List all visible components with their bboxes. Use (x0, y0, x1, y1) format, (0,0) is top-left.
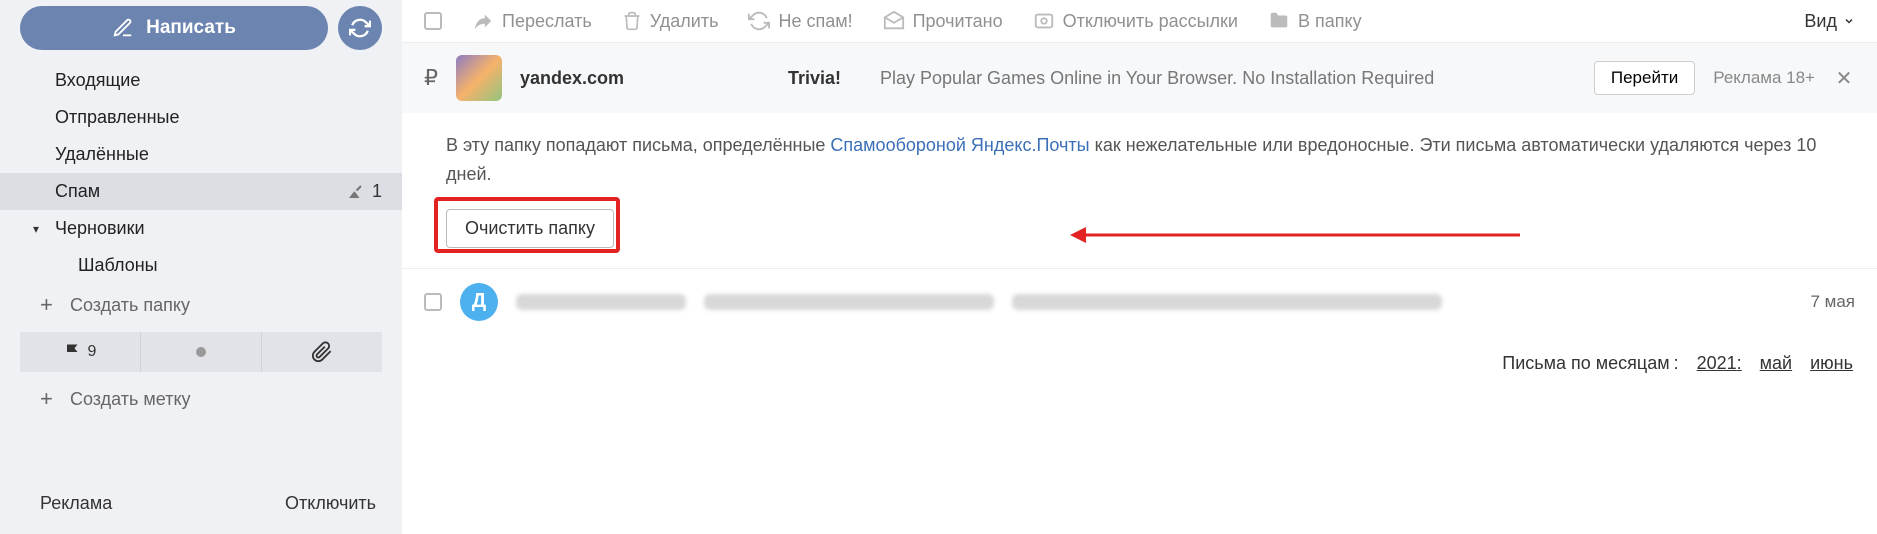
compose-button[interactable]: Написать (20, 6, 328, 50)
months-label: Письма по месяцам (1502, 353, 1678, 374)
message-row[interactable]: Д 7 мая (402, 268, 1877, 335)
message-subject-blurred (704, 294, 994, 310)
compose-icon (112, 17, 134, 39)
spam-defense-link[interactable]: Спамообороной Яндекс.Почты (830, 135, 1089, 155)
info-text-before: В эту папку попадают письма, определённы… (446, 135, 830, 155)
sidebar-ad-footer: Реклама Отключить (0, 479, 402, 534)
clear-folder-button[interactable]: Очистить папку (446, 209, 614, 248)
months-june[interactable]: июнь (1810, 353, 1853, 374)
main-pane: Переслать Удалить Не спам! Прочитано Отк… (402, 0, 1877, 534)
refresh-button[interactable] (338, 6, 382, 50)
broom-icon (346, 183, 364, 201)
flag-icon (64, 343, 82, 361)
ad-thumbnail (456, 55, 502, 101)
folder-spam-count: 1 (346, 181, 382, 202)
folder-icon (1268, 10, 1290, 32)
filter-attachments[interactable] (262, 332, 382, 372)
select-all-checkbox[interactable] (424, 12, 442, 30)
folder-trash[interactable]: Удалённые (0, 136, 402, 173)
ruble-icon: ₽ (424, 65, 438, 91)
months-nav: Письма по месяцам 2021: май июнь (402, 335, 1877, 392)
ad-sender: yandex.com (520, 68, 770, 89)
ad-label: Реклама (40, 493, 112, 514)
create-folder[interactable]: + Создать папку (0, 284, 402, 326)
refresh-icon (349, 17, 371, 39)
folder-spam[interactable]: Спам 1 (0, 173, 402, 210)
chevron-down-icon (1843, 15, 1855, 27)
months-year[interactable]: 2021: (1697, 353, 1742, 374)
folder-inbox[interactable]: Входящие (0, 62, 402, 99)
notspam-icon (748, 10, 770, 32)
dot-icon (195, 346, 207, 358)
avatar: Д (460, 283, 498, 321)
folder-sent[interactable]: Отправленные (0, 99, 402, 136)
filter-flagged[interactable]: 9 (20, 332, 141, 372)
action-move[interactable]: В папку (1268, 10, 1362, 32)
trash-icon (622, 11, 642, 31)
ad-disable[interactable]: Отключить (285, 493, 376, 514)
ad-tag: Реклама 18+ (1713, 68, 1815, 88)
plus-icon: + (40, 386, 56, 412)
unsubscribe-icon (1033, 10, 1055, 32)
folder-list: Входящие Отправленные Удалённые Спам 1 Ч… (0, 58, 402, 284)
label-filters: 9 (20, 332, 382, 372)
read-icon (883, 10, 905, 32)
compose-label: Написать (146, 17, 236, 39)
action-delete[interactable]: Удалить (622, 10, 719, 32)
message-checkbox[interactable] (424, 293, 442, 311)
view-toggle[interactable]: Вид (1804, 11, 1855, 32)
action-forward[interactable]: Переслать (472, 10, 592, 32)
action-notspam[interactable]: Не спам! (748, 10, 852, 32)
ad-close-button[interactable]: ✕ (1833, 67, 1855, 89)
ad-row[interactable]: ₽ yandex.com Trivia! Play Popular Games … (402, 43, 1877, 113)
annotation-arrow (1070, 223, 1520, 247)
filter-unread[interactable] (141, 332, 262, 372)
ad-text: Play Popular Games Online in Your Browse… (880, 68, 1576, 89)
plus-icon: + (40, 292, 56, 318)
action-unsubscribe[interactable]: Отключить рассылки (1033, 10, 1238, 32)
action-read[interactable]: Прочитано (883, 10, 1003, 32)
ad-subject: Trivia! (788, 68, 848, 89)
months-may[interactable]: май (1760, 353, 1792, 374)
create-label[interactable]: + Создать метку (0, 378, 402, 420)
message-date: 7 мая (1810, 292, 1855, 312)
toolbar: Переслать Удалить Не спам! Прочитано Отк… (402, 0, 1877, 43)
sidebar: Написать Входящие Отправленные Удалённые… (0, 0, 402, 534)
message-snippet-blurred (1012, 294, 1442, 310)
forward-icon (472, 10, 494, 32)
folder-drafts[interactable]: Черновики (0, 210, 402, 247)
ad-go-button[interactable]: Перейти (1594, 61, 1695, 95)
message-sender-blurred (516, 294, 686, 310)
folder-templates[interactable]: Шаблоны (0, 247, 402, 284)
paperclip-icon (311, 341, 333, 363)
spam-info-banner: В эту папку попадают письма, определённы… (402, 113, 1877, 268)
